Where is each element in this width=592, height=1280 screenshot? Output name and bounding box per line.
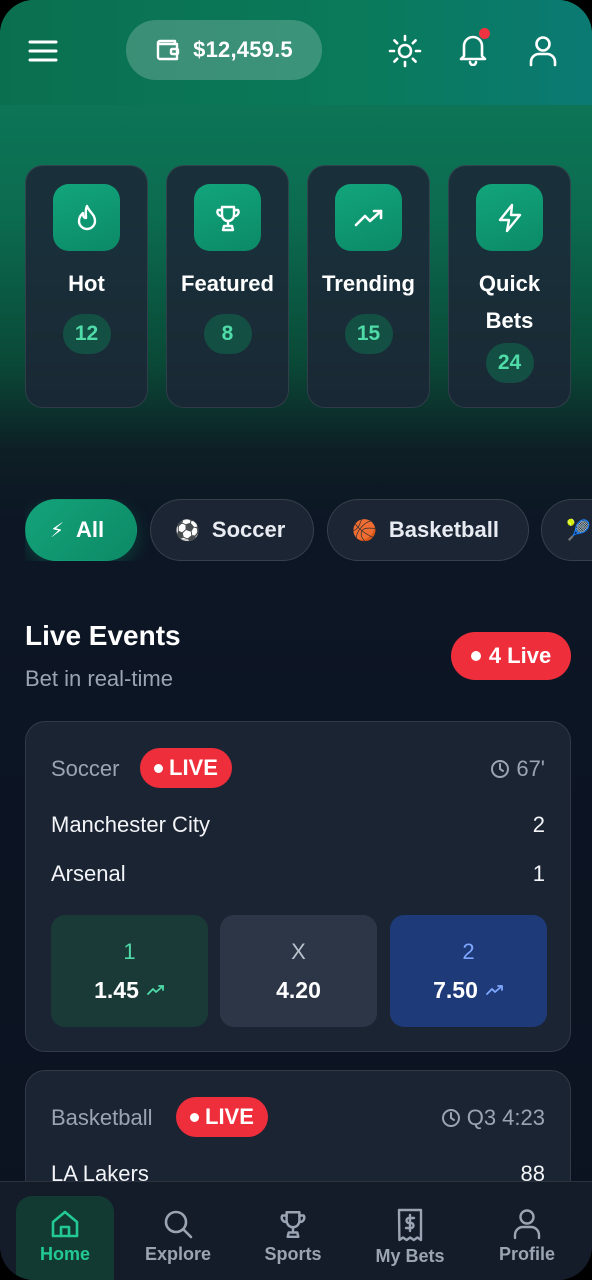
live-tag: LIVE [140,748,232,788]
event-time: Q3 4:23 [466,1105,545,1130]
odds-value: 7.50 [433,976,478,1003]
balance-pill[interactable]: $12,459.5 [126,20,322,80]
odds-value: 4.20 [276,976,321,1003]
filter-label: All [76,517,105,542]
app-screen: $12,459.5 Hot 12 Featured 8 Trending 15 … [0,0,592,1280]
nav-label: Explore [144,1244,212,1264]
live-dot [154,763,163,773]
live-count: 4 Live [488,643,552,668]
account-button[interactable] [522,30,564,72]
notifications-button[interactable] [452,28,494,70]
event-sport: Basketball [51,1105,153,1130]
filter-chip-basketball[interactable]: 🏀 Basketball [327,499,529,561]
trending-up-icon [354,209,382,226]
nav-label: Sports [264,1244,322,1264]
home-icon [51,1210,79,1238]
filter-chip-soccer[interactable]: ⚽ Soccer [150,499,314,561]
category-card-hot[interactable]: Hot 12 [25,165,148,408]
receipt-icon [397,1208,423,1242]
nav-label: Profile [498,1244,555,1264]
theme-toggle-button[interactable] [384,30,426,72]
filter-label: Basketball [388,517,499,542]
sport-filter-bar: ⚡ All ⚽ Soccer 🏀 Basketball 🎾 [25,499,592,561]
category-label: Hot [68,271,105,296]
tennis-ball-icon: 🎾 [566,519,591,542]
odds-home-button[interactable]: 1 1.45 [51,915,208,1027]
category-card-quick-bets[interactable]: Quick Bets 24 [448,165,571,408]
nav-sports[interactable]: Sports [244,1196,342,1280]
odds-key: 2 [462,938,475,964]
live-count-badge[interactable]: 4 Live [451,632,571,680]
category-card-trending[interactable]: Trending 15 [307,165,430,408]
trophy-icon [280,1211,306,1239]
nav-label: My Bets [375,1246,445,1266]
soccer-ball-icon: ⚽ [175,519,200,542]
nav-label: Home [39,1244,90,1264]
home-team-name: Manchester City [51,812,210,837]
odds-key: X [291,938,306,964]
wallet-icon [156,39,180,61]
live-tag-label: LIVE [205,1104,254,1129]
nav-home[interactable]: Home [16,1196,114,1280]
category-label: Trending [322,271,415,296]
category-count: 8 [203,314,252,354]
zap-icon [498,203,521,232]
trending-up-icon [485,985,503,995]
event-clock: Q3 4:23 [441,1105,545,1131]
odds-key: 1 [123,938,136,964]
live-tag: LIVE [176,1097,268,1137]
sun-icon [388,34,422,68]
bottom-navigation: Home Explore Sports My Bets Profile [0,1181,592,1280]
filter-chip-all[interactable]: ⚡ All [25,499,137,561]
lightning-icon: ⚡ [50,519,65,542]
trending-up-icon [146,985,164,995]
home-team-score: 2 [532,812,545,837]
search-icon [164,1210,193,1239]
nav-profile[interactable]: Profile [478,1196,576,1280]
odds-row: 1 1.45 X 4.20 2 7.50 [51,915,547,1027]
menu-button[interactable] [22,30,64,72]
live-dot [190,1112,199,1122]
live-tag-label: LIVE [169,755,218,780]
zap-icon-tile [476,184,543,251]
live-dot [470,651,481,661]
clock-icon [441,1109,460,1127]
odds-value-row: 1.45 [94,977,165,1004]
category-label: Featured [181,271,274,296]
user-icon [529,36,557,67]
category-label: Quick Bets [478,271,541,333]
section-subtitle: Bet in real-time [25,666,173,691]
user-icon [513,1209,541,1240]
away-team-name: Arsenal [51,861,126,886]
balance-amount: $12,459.5 [193,37,293,62]
category-count: 12 [62,314,111,354]
clock-icon [491,760,510,778]
category-count: 24 [485,343,534,383]
nav-explore[interactable]: Explore [129,1196,227,1280]
odds-value-row: 7.50 [433,977,504,1004]
event-card[interactable]: Soccer LIVE 67' Manchester City 2 Arsena… [25,721,571,1052]
trending-icon-tile [335,184,402,251]
flame-icon [77,204,96,230]
filter-chip-tennis[interactable]: 🎾 [541,499,592,561]
trophy-icon [215,205,240,231]
filter-label: Soccer [211,517,286,542]
odds-value: 1.45 [94,976,139,1003]
odds-away-button[interactable]: 2 7.50 [390,915,547,1027]
category-card-featured[interactable]: Featured 8 [166,165,289,408]
odds-draw-button[interactable]: X 4.20 [220,915,377,1027]
flame-icon-tile [53,184,120,251]
event-clock: 67' [490,756,545,782]
category-grid: Hot 12 Featured 8 Trending 15 Quick Bets… [25,165,571,408]
menu-icon [28,40,58,62]
section-title: Live Events [25,620,181,651]
category-count: 15 [344,314,393,354]
trophy-icon-tile [194,184,261,251]
away-team-score: 1 [532,861,545,886]
event-sport: Soccer [51,756,120,781]
basketball-icon: 🏀 [352,519,377,542]
event-time: 67' [516,756,545,781]
nav-my-bets[interactable]: My Bets [361,1196,459,1280]
notification-dot [479,28,490,39]
